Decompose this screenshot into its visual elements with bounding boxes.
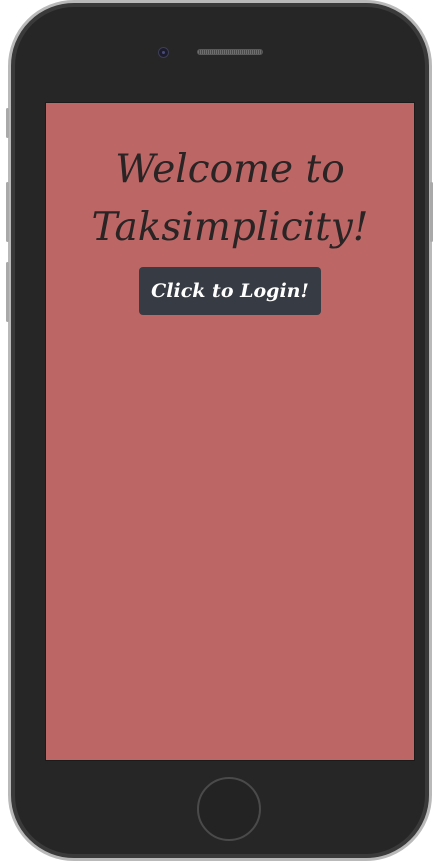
volume-down-button bbox=[6, 262, 9, 322]
login-button[interactable]: Click to Login! bbox=[139, 267, 321, 315]
silent-switch bbox=[6, 108, 9, 138]
power-button bbox=[430, 182, 433, 242]
volume-up-button bbox=[6, 182, 9, 242]
speaker-grille-icon bbox=[197, 49, 263, 55]
phone-frame: Welcome to Taksimplicity! Click to Login… bbox=[8, 0, 432, 861]
home-button-icon[interactable] bbox=[197, 777, 261, 841]
app-screen: Welcome to Taksimplicity! Click to Login… bbox=[45, 102, 415, 761]
front-camera-icon bbox=[158, 47, 169, 58]
welcome-heading: Welcome to Taksimplicity! bbox=[91, 147, 369, 250]
